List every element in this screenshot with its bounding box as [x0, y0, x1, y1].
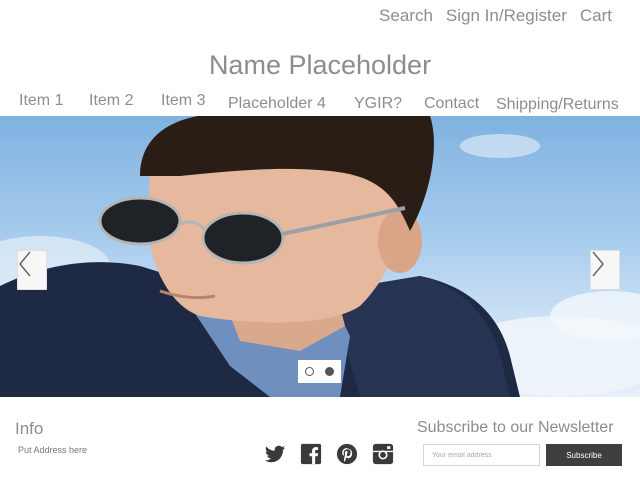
top-links: Search Sign In/Register Cart: [379, 6, 612, 26]
chevron-left-icon: [19, 251, 31, 277]
nav-item-ygir[interactable]: YGIR?: [354, 95, 402, 113]
cart-link[interactable]: Cart: [580, 6, 612, 26]
site-title[interactable]: Name Placeholder: [0, 50, 640, 81]
carousel-indicators: [298, 360, 341, 383]
main-nav: Item 1 Item 2 Item 3 Placeholder 4 YGIR?…: [0, 92, 640, 116]
facebook-icon[interactable]: [300, 443, 322, 465]
nav-item-contact[interactable]: Contact: [424, 95, 479, 113]
nav-item-2[interactable]: Item 2: [89, 92, 133, 110]
subscribe-button[interactable]: Subscribe: [546, 444, 622, 466]
carousel-next-button[interactable]: [590, 250, 620, 290]
instagram-icon[interactable]: [372, 443, 394, 465]
nav-item-1[interactable]: Item 1: [19, 92, 63, 110]
carousel-prev-button[interactable]: [17, 250, 47, 290]
pinterest-icon[interactable]: [336, 443, 358, 465]
email-input[interactable]: [423, 444, 540, 466]
twitter-icon[interactable]: [264, 443, 286, 465]
newsletter-heading: Subscribe to our Newsletter: [417, 419, 614, 436]
footer: Info Put Address here Subscribe to our N…: [0, 397, 640, 480]
chevron-right-icon: [592, 251, 604, 277]
nav-item-3[interactable]: Item 3: [161, 92, 205, 110]
social-links: [264, 443, 394, 465]
hero-carousel: [0, 116, 640, 397]
carousel-dot-1[interactable]: [305, 367, 314, 376]
info-heading: Info: [15, 419, 44, 438]
search-link[interactable]: Search: [379, 6, 433, 26]
nav-item-shipping-returns[interactable]: Shipping/Returns: [496, 96, 619, 114]
nav-item-placeholder-4[interactable]: Placeholder 4: [228, 95, 326, 113]
hero-image: [0, 116, 640, 397]
carousel-dot-2[interactable]: [325, 367, 334, 376]
sign-in-register-link[interactable]: Sign In/Register: [446, 6, 567, 26]
address-text: Put Address here: [18, 445, 88, 455]
